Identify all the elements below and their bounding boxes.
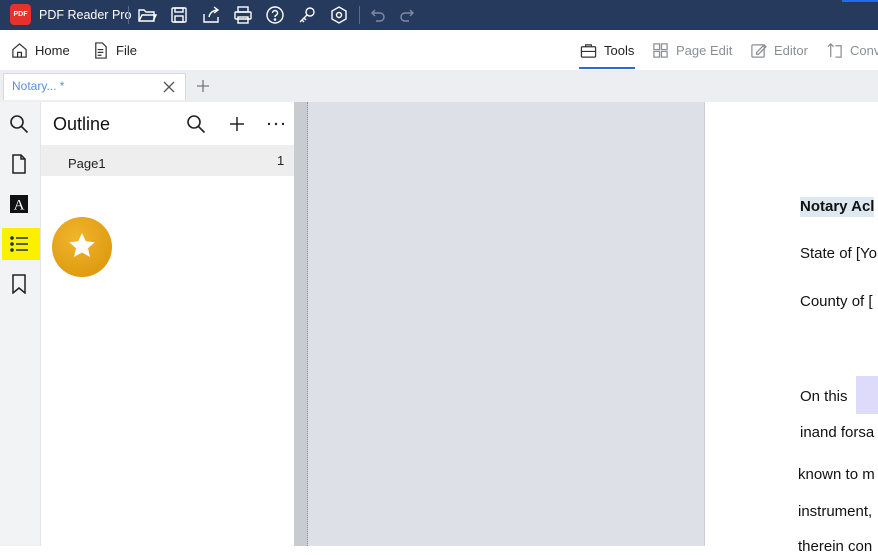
outline-list-icon[interactable]: [9, 234, 29, 254]
convert-icon: [827, 42, 842, 58]
home-icon: [12, 42, 27, 58]
close-icon[interactable]: [162, 80, 176, 94]
form-field-highlight[interactable]: [856, 376, 878, 414]
outline-search-icon[interactable]: [186, 114, 206, 134]
undo-icon[interactable]: [367, 5, 387, 25]
redo-icon[interactable]: [398, 5, 418, 25]
page-thumbnails-icon[interactable]: [9, 154, 29, 174]
settings-icon[interactable]: [329, 5, 349, 25]
outline-item-page-number: 1: [277, 153, 285, 168]
grid-icon: [653, 42, 668, 58]
titlebar-divider: [359, 6, 360, 24]
document-line: County of [: [800, 293, 873, 310]
home-label: Home: [35, 42, 70, 58]
app-title: PDF Reader Pro: [39, 8, 132, 22]
toolbox-icon: [580, 43, 597, 58]
titlebar-divider: [128, 6, 129, 24]
document-canvas: [308, 102, 704, 546]
title-bar: [0, 0, 878, 30]
outline-title: Outline: [53, 114, 111, 134]
file-button[interactable]: File: [92, 30, 137, 70]
document-line: On this: [800, 388, 848, 405]
print-icon[interactable]: [233, 5, 253, 25]
star-icon: [69, 233, 95, 257]
favorite-star-button[interactable]: [52, 217, 112, 277]
open-folder-icon[interactable]: [137, 5, 158, 25]
document-line: State of [Yo: [800, 245, 878, 262]
edit-icon: [751, 43, 767, 58]
window-accent: [842, 0, 878, 2]
page-edit-label: Page Edit: [676, 42, 733, 58]
document-line: therein con: [798, 538, 873, 555]
convert-label: Conv: [850, 42, 878, 58]
document-line: instrument,: [798, 503, 873, 520]
tools-tab[interactable]: Tools: [580, 30, 634, 70]
app-logo-icon: PDF: [10, 4, 31, 25]
file-icon: [95, 41, 107, 59]
document-tab-label: Notary... *: [12, 79, 65, 93]
page-edit-tab[interactable]: Page Edit: [652, 30, 732, 70]
document-line: known to m: [798, 466, 875, 483]
text-icon[interactable]: A: [9, 194, 29, 214]
help-icon[interactable]: [265, 5, 285, 25]
document-heading: Notary Acl: [800, 197, 875, 217]
key-icon[interactable]: [297, 5, 317, 25]
add-outline-icon[interactable]: [227, 114, 247, 134]
home-button[interactable]: Home: [11, 30, 70, 70]
bookmark-icon[interactable]: [9, 274, 29, 295]
outline-item-label: Page1: [68, 156, 106, 171]
save-icon[interactable]: [169, 5, 189, 25]
active-tab-indicator: [579, 67, 635, 69]
search-icon[interactable]: [9, 114, 29, 134]
tools-label: Tools: [604, 42, 635, 58]
editor-tab[interactable]: Editor: [750, 30, 808, 70]
editor-label: Editor: [774, 42, 808, 58]
document-line: inand forsa: [800, 424, 875, 441]
svg-text:A: A: [14, 198, 25, 214]
share-icon[interactable]: [201, 5, 221, 25]
add-tab-icon[interactable]: [196, 79, 210, 93]
panel-splitter[interactable]: [294, 102, 308, 546]
file-label: File: [116, 42, 137, 58]
convert-tab[interactable]: Conv: [826, 30, 878, 70]
more-options-icon[interactable]: [266, 114, 286, 134]
